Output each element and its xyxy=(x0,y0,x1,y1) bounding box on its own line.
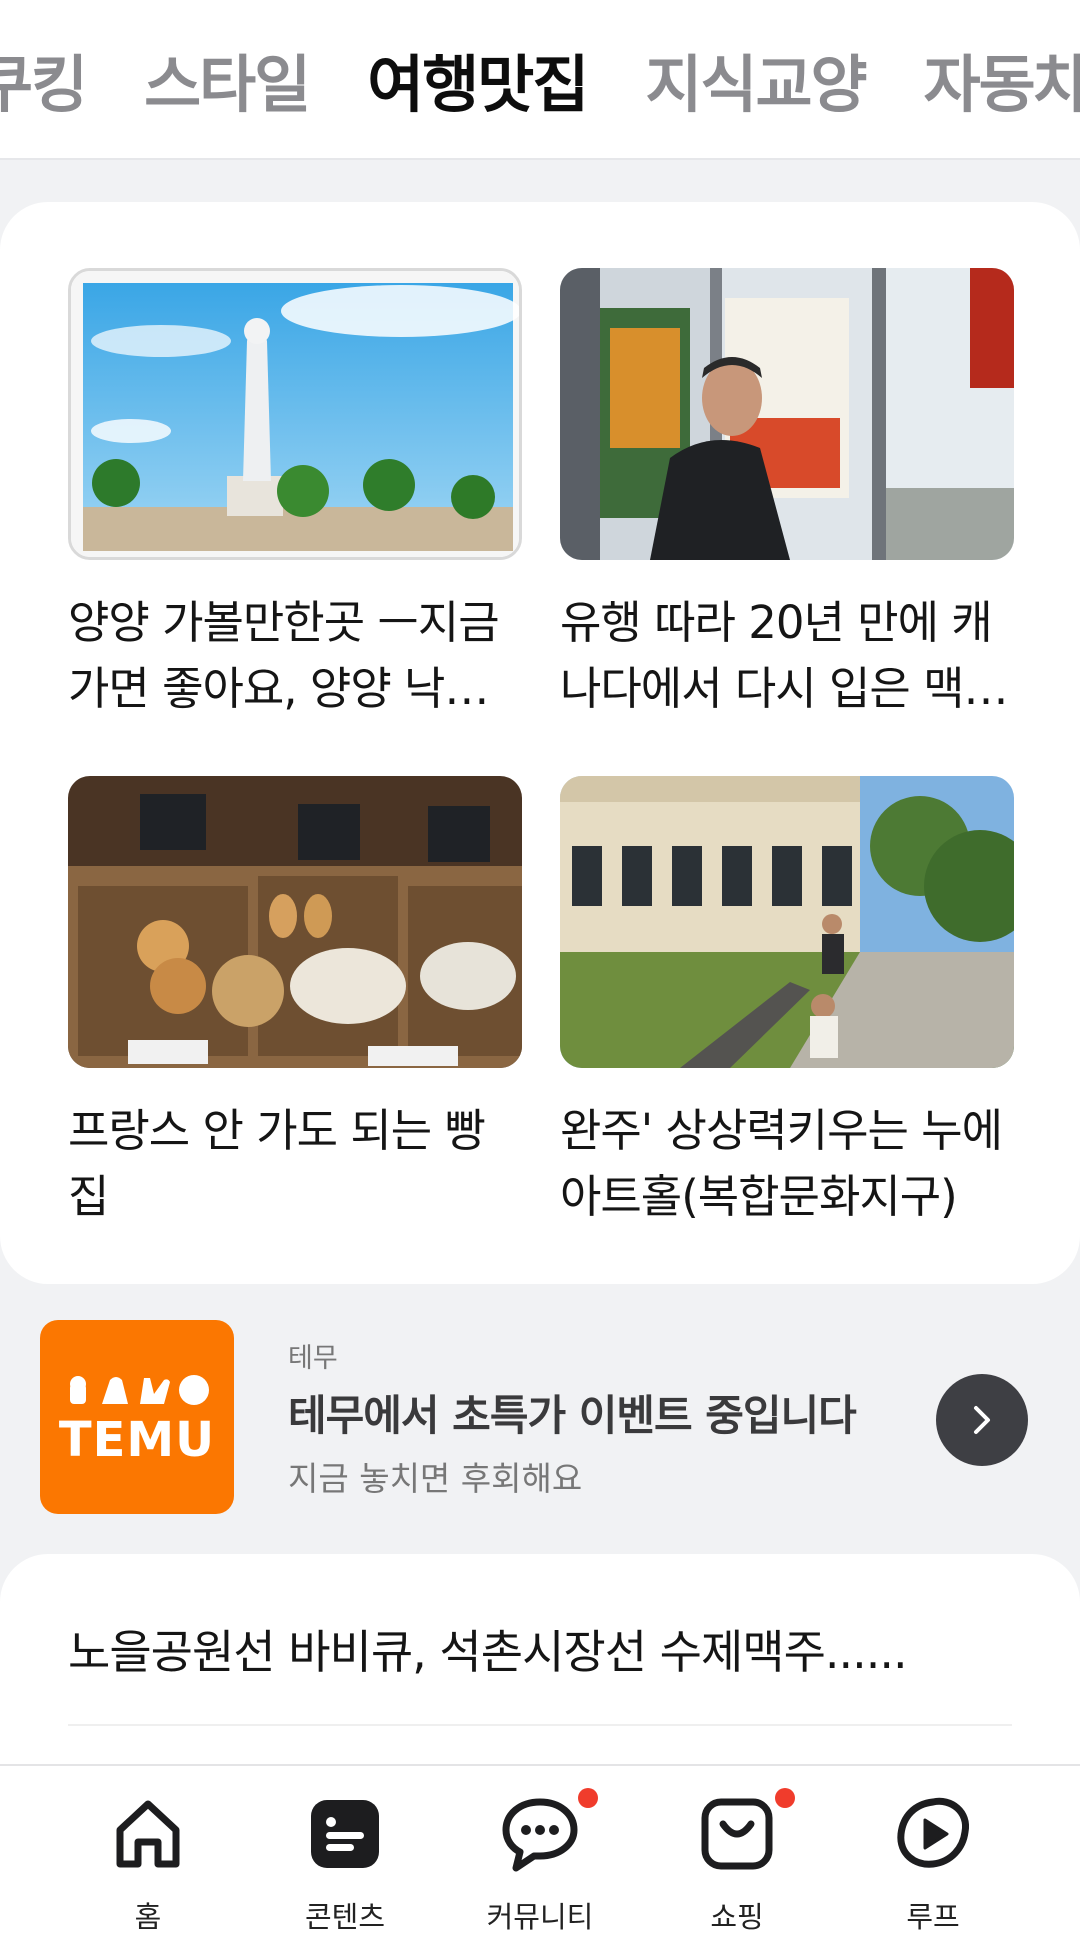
thumbnail-image xyxy=(68,776,522,1068)
shopping-bag-icon xyxy=(695,1788,795,1876)
content-card-grid: 양양 가볼만한곳 ㅡ지금 가면 좋아요, 양양 낙산사 xyxy=(0,202,1080,1284)
ad-arrow-button[interactable] xyxy=(936,1374,1028,1466)
thumbnail-image xyxy=(68,268,522,560)
tile-title: 프랑스 안 가도 되는 빵 집 xyxy=(68,1104,486,1223)
ad-source: 테무 xyxy=(288,1343,338,1374)
tile-title: 유행 따라 20년 만에 캐나다에서 다시 입은 맥도날드 xyxy=(560,596,1005,715)
thumbnail-image xyxy=(560,268,1014,560)
nav-community[interactable]: 커뮤니티 xyxy=(455,1788,625,1936)
ad-banner[interactable]: TEMU 테무 테무에서 초특가 이벤트 중입니다 지금 놓치면 후회해요 xyxy=(0,1284,1080,1554)
nav-label: 콘텐츠 xyxy=(304,1900,386,1934)
nav-shopping[interactable]: 쇼핑 xyxy=(652,1788,822,1936)
thumbnail-image xyxy=(560,776,1014,1068)
content-tile[interactable]: 완주' 상상력키우는 누에아트홀(복합문화지구) xyxy=(560,776,1014,1230)
nav-label: 커뮤니티 xyxy=(486,1900,594,1934)
tab-cooking[interactable]: 쿠킹 xyxy=(0,40,88,130)
content-tile[interactable]: 유행 따라 20년 만에 캐나다에서 다시 입은 맥도날드 xyxy=(560,268,1014,722)
app-screen: 쿠킹 스타일 여행맛집 지식교양 자동차 xyxy=(0,0,1080,1954)
tab-knowledge[interactable]: 지식교양 xyxy=(645,40,867,130)
notification-badge xyxy=(775,1788,795,1808)
loop-play-icon xyxy=(891,1792,975,1876)
divider xyxy=(68,1724,1012,1726)
ad-subtitle: 지금 놓치면 후회해요 xyxy=(288,1459,583,1498)
content-icon xyxy=(303,1792,387,1876)
nav-home[interactable]: 홈 xyxy=(63,1792,233,1936)
bottom-nav: 홈 콘텐츠 커뮤니티 쇼핑 루프 xyxy=(0,1764,1080,1954)
home-icon xyxy=(106,1792,190,1876)
content-tile[interactable]: 프랑스 안 가도 되는 빵 집 xyxy=(68,776,522,1230)
tile-title: 완주' 상상력키우는 누에아트홀(복합문화지구) xyxy=(560,1104,1003,1223)
temu-logo: TEMU xyxy=(40,1320,234,1514)
tab-style[interactable]: 스타일 xyxy=(144,40,311,130)
tab-travel-food[interactable]: 여행맛집 xyxy=(367,40,589,130)
tab-cars[interactable]: 자동차 xyxy=(924,40,1080,130)
chat-icon xyxy=(498,1788,598,1876)
nav-label: 홈 xyxy=(134,1900,162,1934)
chevron-right-icon xyxy=(974,1406,990,1434)
ad-logo-text: TEMU xyxy=(58,1412,216,1468)
notification-badge xyxy=(578,1788,598,1808)
nav-label: 루프 xyxy=(906,1900,960,1934)
content-tile[interactable]: 양양 가볼만한곳 ㅡ지금 가면 좋아요, 양양 낙산사 xyxy=(68,268,522,722)
nav-label: 쇼핑 xyxy=(710,1900,764,1934)
ad-title: 테무에서 초특가 이벤트 중입니다 xyxy=(288,1391,857,1440)
category-tabs: 쿠킹 스타일 여행맛집 지식교양 자동차 xyxy=(0,0,1080,160)
tile-title: 양양 가볼만한곳 ㅡ지금 가면 좋아요, 양양 낙산사 xyxy=(68,596,500,715)
headline-link[interactable]: 노을공원선 바비큐, 석촌시장선 수제맥주...... xyxy=(68,1616,1012,1682)
nav-content[interactable]: 콘텐츠 xyxy=(260,1792,430,1936)
nav-loop[interactable]: 루프 xyxy=(848,1792,1018,1936)
